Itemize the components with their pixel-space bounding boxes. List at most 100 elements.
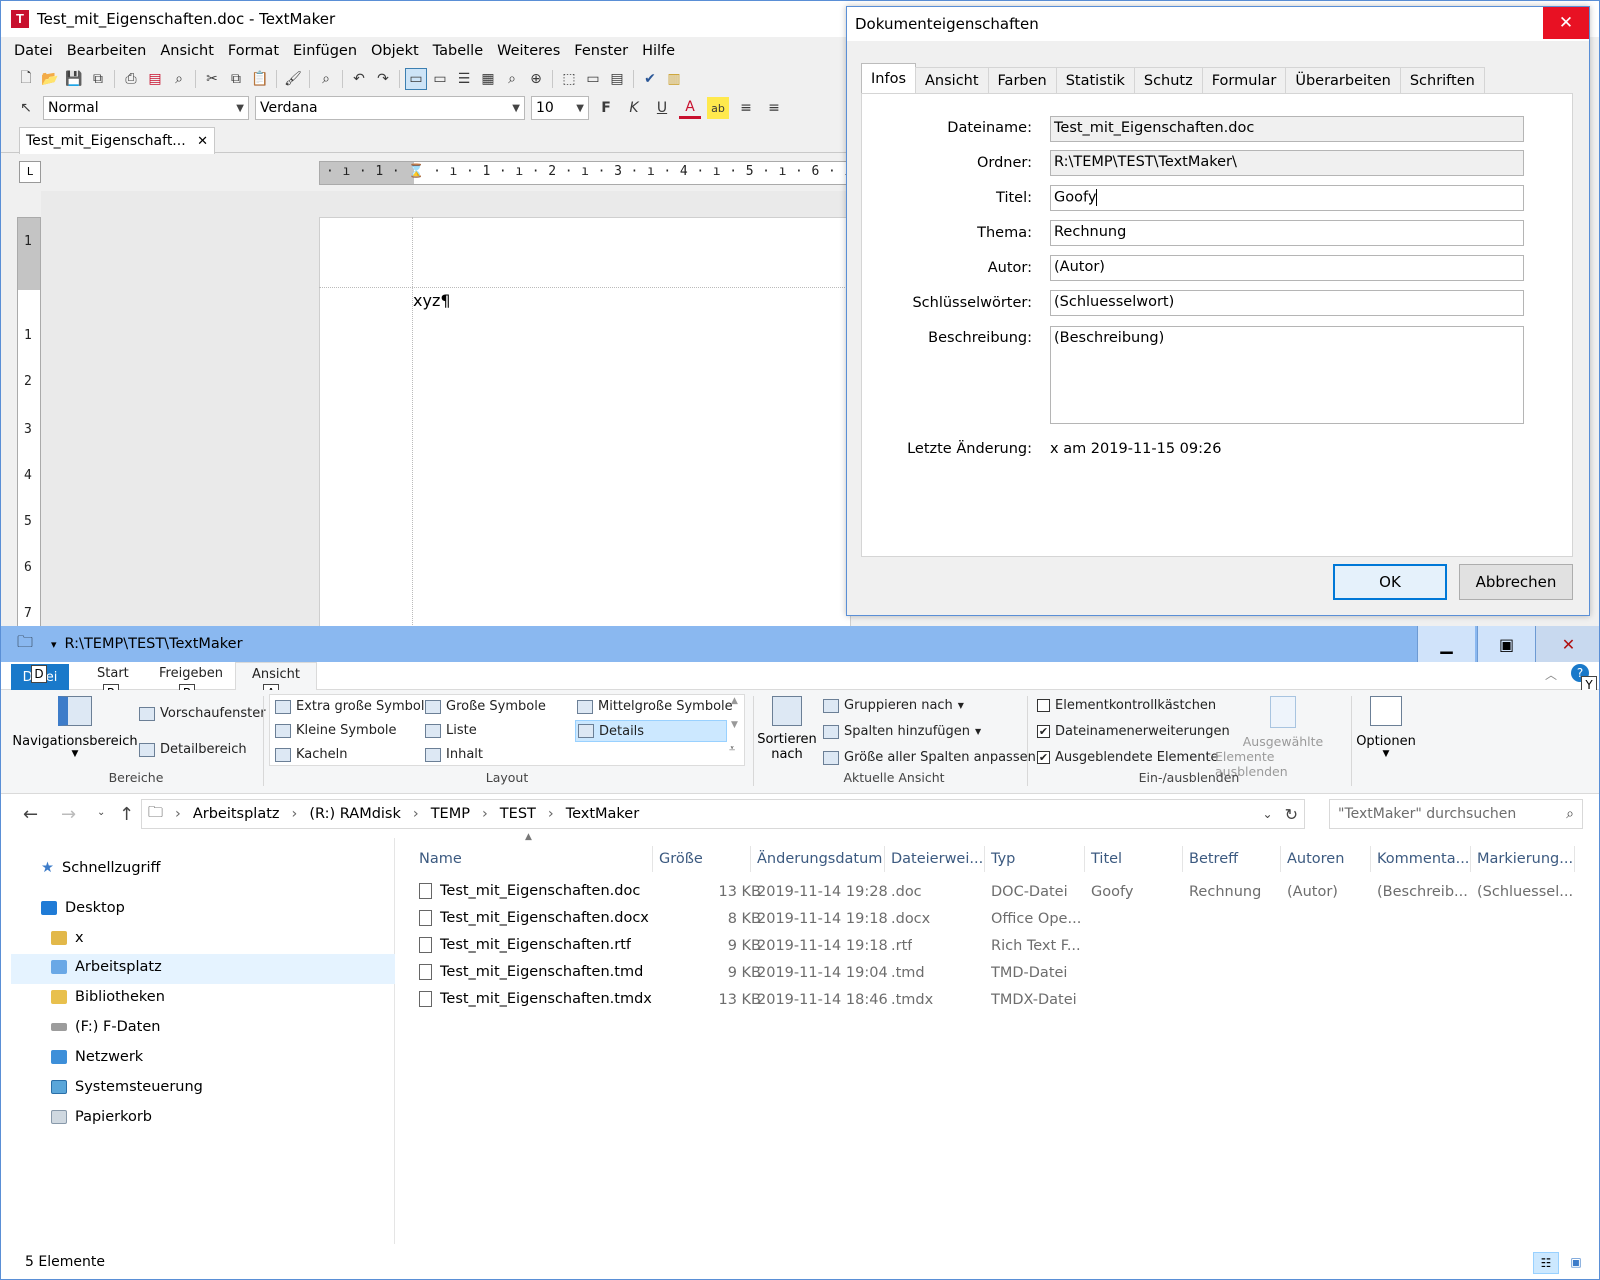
print-preview-icon[interactable]: ⌕ (168, 68, 190, 90)
table-row[interactable]: Test_mit_Eigenschaften.rtf 9 KB 2019-11-… (413, 934, 1573, 960)
address-history-icon[interactable]: ⌄ (1263, 807, 1273, 821)
extensions-toggle[interactable]: ✔ Dateinamenerweiterungen (1037, 724, 1230, 739)
menu-weiteres[interactable]: Weiteres (490, 43, 567, 59)
up-arrow-icon[interactable]: ↑ (119, 804, 134, 825)
frame-icon[interactable]: ⬚ (558, 68, 580, 90)
tab-share[interactable]: Freigeben (159, 666, 223, 681)
table-row[interactable]: Test_mit_Eigenschaften.tmd 9 KB 2019-11-… (413, 961, 1573, 987)
tab-schutz[interactable]: Schutz (1133, 67, 1203, 93)
recent-locations-icon[interactable]: ⌄ (97, 807, 105, 818)
align-left-icon[interactable]: ≡ (735, 97, 757, 119)
details-pane-button[interactable]: Detailbereich (139, 742, 247, 757)
layout-large-icons[interactable]: Große Symbole (425, 699, 546, 714)
column-header-authors[interactable]: Autoren (1281, 846, 1371, 872)
master-page-icon[interactable]: ▦ (477, 68, 499, 90)
cancel-button[interactable]: Abbrechen (1459, 564, 1573, 600)
column-header-date[interactable]: Änderungsdatum (751, 846, 885, 872)
breadcrumb-temp[interactable]: TEMP (431, 806, 470, 822)
tab-start[interactable]: Start (97, 666, 129, 681)
cut-icon[interactable]: ✂ (201, 68, 223, 90)
italic-button[interactable]: K (623, 97, 645, 119)
column-header-tags[interactable]: Markierung... (1471, 846, 1575, 872)
tab-stop-selector[interactable]: L (19, 161, 41, 183)
normal-view-icon[interactable]: ▭ (405, 68, 427, 90)
navigation-pane-button[interactable]: Navigationsbereich ▼ (12, 696, 138, 766)
nav-arbeitsplatz[interactable]: Arbeitsplatz (51, 959, 162, 975)
bold-button[interactable]: F (595, 97, 617, 119)
table-row[interactable]: Test_mit_Eigenschaften.tmdx 13 KB 2019-1… (413, 988, 1573, 1014)
redo-icon[interactable]: ↷ (372, 68, 394, 90)
outline-view-icon[interactable]: ☰ (453, 68, 475, 90)
highlight-icon[interactable]: ab (707, 97, 729, 119)
ok-button[interactable]: OK (1333, 564, 1447, 600)
table-icon[interactable]: ▤ (606, 68, 628, 90)
menu-objekt[interactable]: Objekt (364, 43, 426, 59)
collapse-ribbon-icon[interactable]: ︿ (1545, 666, 1557, 683)
gallery-scroll-down-icon[interactable]: ▼ (731, 720, 738, 730)
add-columns-button[interactable]: Spalten hinzufügen ▼ (823, 724, 981, 739)
column-header-size[interactable]: Größe (653, 846, 751, 872)
font-family-select[interactable]: Verdana ▼ (255, 96, 525, 120)
tab-ueberarbeiten[interactable]: Überarbeiten (1285, 67, 1401, 93)
nav-bibliotheken[interactable]: Bibliotheken (51, 989, 165, 1005)
column-header-title[interactable]: Titel (1085, 846, 1183, 872)
beschreibung-field[interactable]: (Beschreibung) (1050, 326, 1524, 424)
breadcrumb-arbeitsplatz[interactable]: Arbeitsplatz (193, 806, 280, 822)
copy-icon[interactable]: ⧉ (225, 68, 247, 90)
zoom-icon[interactable]: ⌕ (501, 68, 523, 90)
close-icon[interactable]: ✕ (197, 134, 208, 149)
tab-schriften[interactable]: Schriften (1399, 67, 1485, 93)
nav-desktop[interactable]: Desktop (41, 900, 125, 916)
back-arrow-icon[interactable]: ← (23, 804, 38, 825)
column-header-subject[interactable]: Betreff (1183, 846, 1281, 872)
print-icon[interactable]: ⎙ (120, 68, 142, 90)
align-center-icon[interactable]: ≡ (763, 97, 785, 119)
menu-einfuegen[interactable]: Einfügen (286, 43, 364, 59)
details-view-icon[interactable]: ☷ (1533, 1252, 1559, 1274)
gallery-expand-icon[interactable]: ⩡ (729, 742, 735, 756)
minimize-button[interactable]: ▁ (1417, 626, 1475, 662)
nav-user-x[interactable]: x (51, 930, 84, 946)
titel-field[interactable]: Goofy (1050, 185, 1524, 211)
paragraph-style-select[interactable]: Normal ▼ (43, 96, 249, 120)
tab-ansicht[interactable]: Ansicht (915, 67, 989, 93)
nav-netzwerk[interactable]: Netzwerk (51, 1049, 143, 1065)
dialog-close-button[interactable]: ✕ (1543, 7, 1589, 39)
table-row[interactable]: Test_mit_Eigenschaften.doc 13 KB 2019-11… (413, 880, 1573, 906)
underline-button[interactable]: U (651, 97, 673, 119)
schluesselwoerter-field[interactable]: (Schluesselwort) (1050, 290, 1524, 316)
menu-tabelle[interactable]: Tabelle (426, 43, 490, 59)
layout-xl-icons[interactable]: Extra große Symbole (275, 699, 432, 714)
new-document-icon[interactable]: 🗋 (15, 68, 37, 90)
open-folder-icon[interactable]: 📂 (39, 68, 61, 90)
save-all-icon[interactable]: ⧉ (87, 68, 109, 90)
tab-formular[interactable]: Formular (1201, 67, 1287, 93)
breadcrumb-textmaker[interactable]: TextMaker (566, 806, 639, 822)
menu-bearbeiten[interactable]: Bearbeiten (60, 43, 154, 59)
tab-infos[interactable]: Infos (861, 63, 916, 93)
table-row[interactable]: Test_mit_Eigenschaften.docx 8 KB 2019-11… (413, 907, 1573, 933)
pointer-icon[interactable]: ↖ (15, 97, 37, 119)
maximize-button[interactable]: ▣ (1477, 626, 1535, 662)
page-view-icon[interactable]: ▭ (429, 68, 451, 90)
layout-list[interactable]: Liste (425, 723, 477, 738)
layout-details[interactable]: Details (575, 720, 727, 742)
paste-icon[interactable]: 📋 (249, 68, 271, 90)
column-header-extension[interactable]: Dateierwei... (885, 846, 985, 872)
font-size-select[interactable]: 10 ▼ (531, 96, 589, 120)
menu-hilfe[interactable]: Hilfe (635, 43, 682, 59)
search-icon[interactable]: ⌕ (315, 68, 337, 90)
menu-ansicht[interactable]: Ansicht (153, 43, 221, 59)
field-icon[interactable]: ▭ (582, 68, 604, 90)
chart-icon[interactable]: ▥ (663, 68, 685, 90)
options-button[interactable]: Optionen ▼ (1356, 696, 1416, 766)
column-header-comments[interactable]: Kommenta... (1371, 846, 1471, 872)
refresh-icon[interactable]: ↻ (1285, 805, 1298, 824)
horizontal-ruler[interactable]: · ı · 1 · ⌛ · ı · 1 · ı · 2 · ı · 3 · ı … (319, 161, 1017, 185)
save-icon[interactable]: 💾 (63, 68, 85, 90)
hidden-items-toggle[interactable]: ✔ Ausgeblendete Elemente (1037, 750, 1219, 765)
nav-f-drive[interactable]: (F:) F-Daten (51, 1019, 160, 1035)
sort-by-button[interactable]: Sortieren nach (757, 696, 817, 766)
address-bar[interactable]: 🗀 › Arbeitsplatz › (R:) RAMdisk › TEMP ›… (141, 799, 1305, 829)
tab-farben[interactable]: Farben (987, 67, 1057, 93)
